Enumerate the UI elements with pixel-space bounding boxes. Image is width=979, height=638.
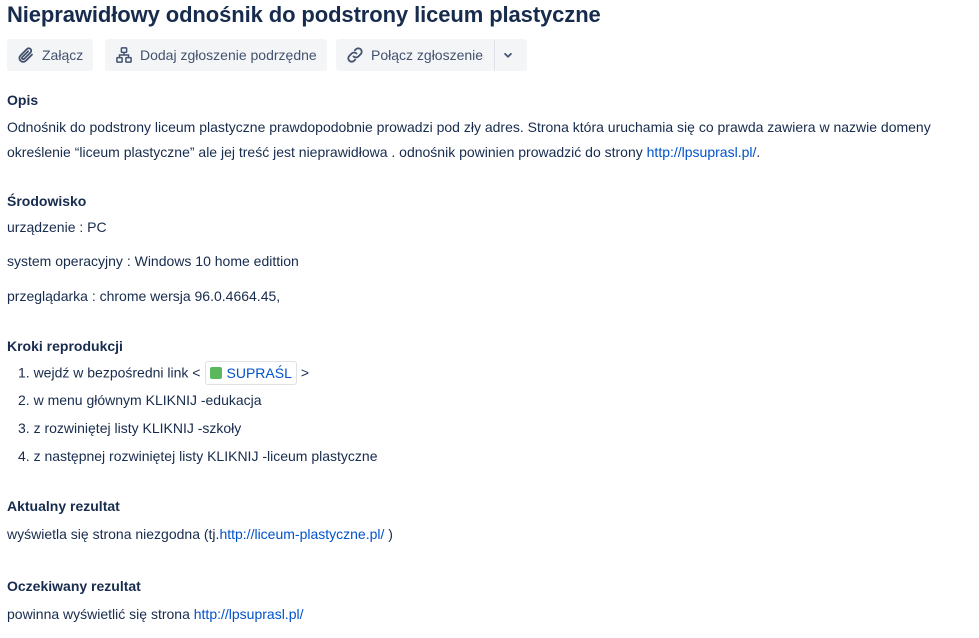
add-child-issue-button[interactable]: Dodaj zgłoszenie podrzędne [105,39,327,71]
description-heading: Opis [7,92,39,108]
link-issue-label: Połącz zgłoszenie [371,47,484,63]
chevron-down-icon [503,52,512,58]
description-link[interactable]: http://lpsuprasl.pl/ [647,144,757,160]
inline-link-card[interactable]: SUPRAŚL [204,361,297,385]
expected-result-link[interactable]: http://lpsuprasl.pl/ [194,606,304,622]
description-line-2-text: określenie “liceum plastyczne” ale jej t… [7,144,647,160]
issue-title: Nieprawidłowy odnośnik do podstrony lice… [7,2,601,27]
link-icon [347,47,363,63]
more-options-button[interactable] [495,39,527,71]
step-1: 1. wejdź w bezpośredni link < SUPRAŚL > [18,361,310,386]
step-3: 3. z rozwiniętej listy KLIKNIJ -szkoły [18,420,242,436]
steps-heading: Kroki reprodukcji [7,338,123,354]
link-issue-button[interactable]: Połącz zgłoszenie [336,39,494,71]
actual-result-prefix: wyświetla się strona niezgodna (tj. [7,526,220,542]
attach-label: Załącz [42,47,84,63]
add-child-issue-label: Dodaj zgłoszenie podrzędne [140,47,317,63]
actual-result-link[interactable]: http://liceum-plastyczne.pl/ [219,526,384,542]
actual-result-suffix: ) [384,526,393,542]
step-4: 4. z następnej rozwiniętej listy KLIKNIJ… [18,448,378,464]
expected-result-prefix: powinna wyświetlić się strona [7,606,194,622]
environment-device: urządzenie : PC [7,219,107,235]
environment-os: system operacyjny : Windows 10 home edit… [7,253,299,269]
inline-link-card-label: SUPRAŚL [226,365,292,381]
step-2: 2. w menu głównym KLIKNIJ -edukacja [18,392,262,408]
environment-browser: przeglądarka : chrome wersja 96.0.4664.4… [7,288,281,304]
step-1-suffix: > [300,364,310,381]
paperclip-icon [18,47,33,63]
suprasl-favicon-icon [209,367,222,379]
description-line-2-end: . [756,144,761,160]
actual-result-text: wyświetla się strona niezgodna (tj.http:… [7,526,393,542]
step-1-text: 1. wejdź w bezpośredni link < [18,364,201,381]
expected-result-text: powinna wyświetlić się strona http://lps… [7,606,303,622]
attach-button[interactable]: Załącz [7,39,93,71]
hierarchy-icon [116,47,132,63]
actual-result-heading: Aktualny rezultat [7,498,120,514]
description-line-2: określenie “liceum plastyczne” ale jej t… [7,144,760,160]
expected-result-heading: Oczekiwany rezultat [7,578,141,594]
description-line-1: Odnośnik do podstrony liceum plastyczne … [7,119,931,135]
environment-heading: Środowisko [7,193,87,209]
